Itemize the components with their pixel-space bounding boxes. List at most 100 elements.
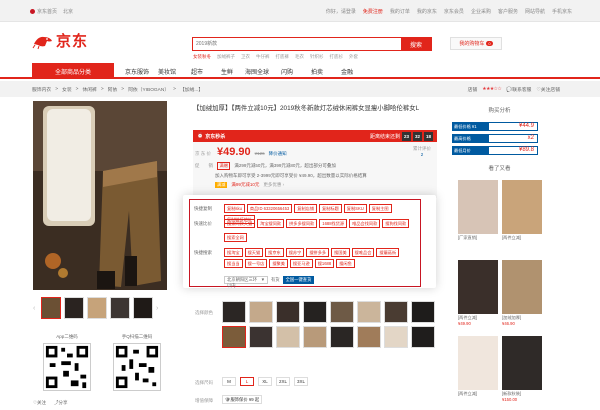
breadcrumb-item[interactable]: 阿依 — [108, 86, 118, 93]
color-swatch[interactable] — [249, 326, 273, 348]
size-option-l[interactable]: L — [240, 377, 254, 386]
color-swatch[interactable] — [384, 326, 408, 348]
price-protect-option[interactable]: 🛡服饰保价 ¥9 起 — [222, 395, 263, 404]
recommended-item[interactable]: [加绒加厚] ¥46.90 — [502, 260, 542, 326]
search-all-button[interactable]: 搜索全网 — [224, 233, 247, 242]
customer-service-link[interactable]: 客户服务 — [498, 8, 518, 15]
search-input[interactable] — [193, 38, 401, 50]
hotword[interactable]: 外套 — [349, 54, 358, 60]
copy-sku2-button[interactable]: 复制SKU — [343, 204, 367, 213]
color-swatch[interactable] — [222, 301, 246, 323]
color-swatch[interactable] — [276, 301, 300, 323]
search-1688-button[interactable]: 搜1688 — [314, 259, 335, 268]
follow-product-button[interactable]: ♡关注 — [33, 400, 46, 406]
color-swatch[interactable] — [303, 326, 327, 348]
login-link[interactable]: 你好，请登录 — [326, 8, 356, 15]
next-thumb-arrow-icon[interactable]: › — [156, 305, 161, 312]
color-swatch[interactable] — [303, 301, 327, 323]
location-selector[interactable]: 北京 — [63, 8, 73, 15]
thumbnail[interactable] — [64, 297, 84, 319]
search-jumei-button[interactable]: 搜聚美 — [269, 259, 288, 268]
copy-product-id-button[interactable]: 商品ID 63320656453 — [246, 204, 293, 213]
main-product-image[interactable] — [33, 101, 167, 290]
site-nav-link[interactable]: 网站导航 — [525, 8, 545, 15]
jd-logo[interactable]: 京东 — [32, 30, 88, 51]
search-jd-button[interactable]: 搜京东 — [265, 248, 284, 257]
nav-item-finance[interactable]: 金融 — [332, 67, 362, 76]
more-coupons-link[interactable]: 更多优惠 › — [263, 182, 284, 188]
my-jd-link[interactable]: 我的京东 — [417, 8, 437, 15]
color-swatch[interactable] — [276, 326, 300, 348]
compare-taobao-button[interactable]: 淘宝搜同款 — [257, 219, 285, 228]
color-swatch[interactable] — [249, 301, 273, 323]
nav-item-fresh[interactable]: 生鲜 — [212, 67, 242, 76]
contact-service-link[interactable]: 💬联系客服 — [506, 86, 531, 93]
compare-pdd-button[interactable]: 拼多多搜同款 — [286, 219, 318, 228]
search-vip-button[interactable]: 搜唯品会 — [351, 248, 375, 257]
size-option-m[interactable]: M — [222, 377, 236, 386]
copy-sku-button[interactable]: 复制sku — [224, 204, 245, 213]
size-option-xl[interactable]: XL — [258, 377, 272, 386]
search-suning-button[interactable]: 搜苏宁 — [285, 248, 305, 257]
nav-item-auction[interactable]: 拍卖 — [302, 67, 332, 76]
copy-shop-button[interactable]: 复制店铺 — [294, 204, 318, 213]
member-link[interactable]: 京东会员 — [444, 8, 464, 15]
color-swatch[interactable] — [384, 301, 408, 323]
search-mogu-button[interactable]: 搜蘑菇街 — [376, 248, 400, 257]
check-stock-button[interactable]: 全国一键查货 — [282, 276, 315, 284]
compare-vip-button[interactable]: 唯品会找同款 — [349, 219, 381, 228]
my-orders-link[interactable]: 我的订单 — [390, 8, 410, 15]
mobile-jd-link[interactable]: 手机京东 — [552, 8, 572, 15]
recommended-item[interactable]: [厂家直销] — [458, 180, 498, 241]
all-categories-button[interactable]: 全部商品分类 — [32, 63, 114, 79]
follow-shop-link[interactable]: ♡关注店铺 — [536, 86, 560, 93]
hotword[interactable]: 毛衣 — [295, 54, 304, 60]
coupon-text[interactable]: 满99元减10元 — [231, 182, 259, 188]
search-button[interactable]: 搜索 — [401, 38, 431, 50]
hotword[interactable]: 加绒裤子 — [217, 54, 235, 60]
search-tmall-button[interactable]: 搜天猫 — [244, 248, 264, 257]
breadcrumb-item[interactable]: 休闲裤 — [82, 86, 96, 93]
color-swatch[interactable] — [330, 301, 354, 323]
nav-item-beauty[interactable]: 美妆馆 — [152, 67, 182, 76]
share-button[interactable]: ⤴分享 — [54, 400, 68, 406]
nav-item-fashion[interactable]: 京东服饰 — [122, 67, 152, 76]
review-count[interactable]: 累计评价 2 — [413, 146, 431, 158]
recommended-item[interactable]: [两件立减] ¥49.90 — [458, 260, 498, 326]
home-link[interactable]: 京东首页 — [30, 8, 57, 15]
search-amazon-button[interactable]: 搜亚马逊 — [289, 259, 313, 268]
prev-thumb-arrow-icon[interactable]: ‹ — [33, 305, 38, 312]
hotword[interactable]: 针织衫 — [310, 54, 324, 60]
enterprise-link[interactable]: 企业采购 — [471, 8, 491, 15]
size-option-2xl[interactable]: 2XL — [276, 377, 290, 386]
search-gome-button[interactable]: 搜国美 — [331, 248, 350, 257]
breadcrumb-item[interactable]: 阿依（YIBOGAN） — [128, 86, 169, 93]
breadcrumb-item[interactable]: 服饰内衣 — [32, 86, 51, 93]
recommended-item[interactable]: [新款秋装] ¥150.00 — [502, 336, 542, 402]
copy-image-button[interactable]: 复制主图 — [368, 204, 392, 213]
nav-item-flash[interactable]: 闪购 — [272, 67, 302, 76]
color-swatch[interactable] — [411, 301, 435, 323]
hotword[interactable]: 牛仔裤 — [256, 54, 270, 60]
hotword[interactable]: 打底衫 — [330, 54, 344, 60]
nav-item-global[interactable]: 海囤全球 — [242, 67, 272, 76]
color-swatch[interactable] — [222, 326, 246, 348]
color-swatch[interactable] — [330, 326, 354, 348]
region-select[interactable]: 北京朝阳区三环以内 ▼ — [224, 276, 268, 288]
search-dangdang-button[interactable]: 搜当当 — [224, 259, 243, 268]
cart-button[interactable]: 我的购物车 0 — [450, 37, 502, 50]
search-xianyu-button[interactable]: 搜闲鱼 — [336, 259, 355, 268]
compare-1688-button[interactable]: 1688找货源 — [319, 219, 348, 228]
hotword[interactable]: 女装秋冬 — [193, 54, 211, 60]
search-pdd-button[interactable]: 搜拼多多 — [306, 248, 330, 257]
color-swatch[interactable] — [411, 326, 435, 348]
hotword[interactable]: 卫衣 — [241, 54, 250, 60]
thumbnail[interactable] — [87, 297, 107, 319]
thumbnail[interactable] — [41, 297, 61, 319]
search-yhd-button[interactable]: 搜一号店 — [244, 259, 268, 268]
color-swatch[interactable] — [357, 301, 381, 323]
register-link[interactable]: 免费注册 — [363, 8, 383, 15]
copy-title-button[interactable]: 复制标题 — [319, 204, 342, 213]
compare-sogou-button[interactable]: 搜狗找同款 — [382, 219, 410, 228]
size-option-3xl[interactable]: 3XL — [294, 377, 308, 386]
